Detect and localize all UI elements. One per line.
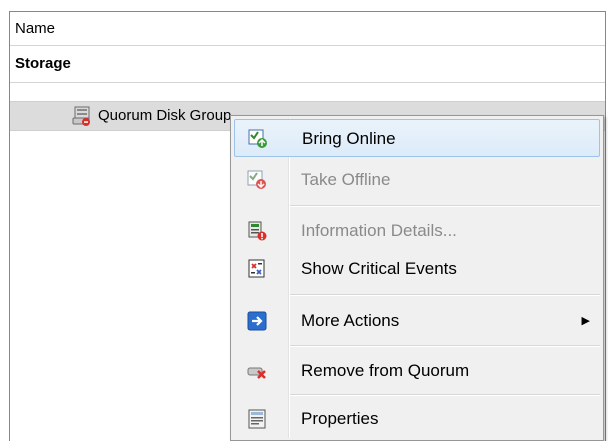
more-actions-icon	[247, 311, 267, 331]
list-item-label: Quorum Disk Group	[98, 107, 232, 124]
critical-events-icon	[248, 259, 265, 278]
remove-quorum-icon	[247, 367, 266, 379]
menu-item-properties[interactable]: Properties	[234, 400, 600, 438]
take-offline-icon	[247, 170, 266, 189]
context-menu: Bring Online Take Offline Information De…	[230, 115, 604, 441]
information-details-icon	[248, 221, 267, 241]
menu-item-label: Bring Online	[302, 129, 396, 148]
group-header-storage: Storage	[10, 46, 605, 83]
menu-separator	[290, 345, 600, 347]
column-header-name[interactable]: Name	[10, 12, 605, 46]
menu-item-label: More Actions	[301, 311, 400, 330]
submenu-arrow-icon: ▶	[581, 315, 590, 327]
menu-separator	[290, 394, 600, 396]
menu-item-bring-online[interactable]: Bring Online	[234, 119, 600, 157]
bring-online-icon	[248, 129, 267, 148]
menu-separator	[290, 294, 600, 296]
menu-item-label: Take Offline	[301, 170, 391, 189]
menu-item-label: Properties	[301, 409, 379, 428]
properties-icon	[248, 409, 266, 429]
menu-item-remove-from-quorum[interactable]: Remove from Quorum	[234, 352, 600, 390]
menu-item-label: Show Critical Events	[301, 259, 457, 278]
group-header-label: Storage	[15, 55, 71, 72]
menu-item-take-offline[interactable]: Take Offline	[234, 161, 600, 199]
menu-separator	[290, 205, 600, 207]
menu-item-information-details[interactable]: Information Details...	[234, 212, 600, 250]
menu-item-label: Remove from Quorum	[301, 361, 470, 380]
menu-item-more-actions[interactable]: More Actions ▶	[234, 302, 600, 340]
menu-item-show-critical-events[interactable]: Show Critical Events	[234, 250, 600, 288]
disk-group-icon	[72, 106, 90, 126]
column-header-label: Name	[15, 20, 56, 37]
menu-item-label: Information Details...	[301, 221, 457, 240]
